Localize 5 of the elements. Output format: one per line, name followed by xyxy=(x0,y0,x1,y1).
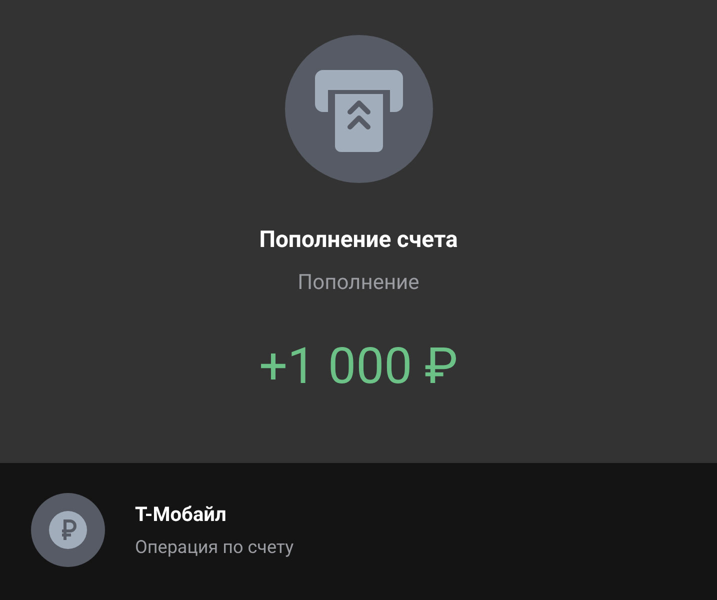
transaction-amount: +1 000 ₽ xyxy=(259,337,458,397)
operation-title: Т-Мобайл xyxy=(135,500,228,526)
operation-description: Операция по счету xyxy=(135,536,294,560)
transaction-category: Пополнение xyxy=(298,270,420,297)
transaction-title: Пополнение счета xyxy=(259,225,458,255)
